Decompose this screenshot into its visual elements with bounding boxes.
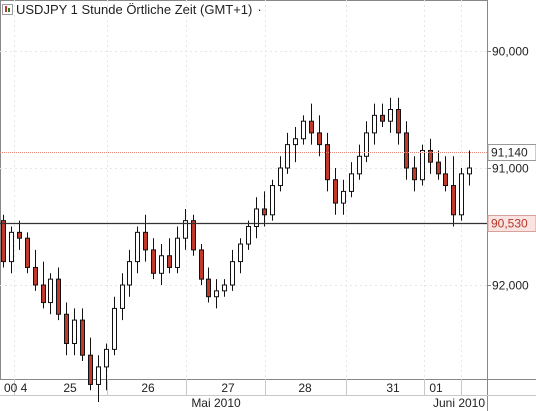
candle-down bbox=[1, 220, 6, 263]
candle-up bbox=[278, 167, 283, 187]
candle-up bbox=[159, 255, 164, 274]
candle-down bbox=[333, 179, 338, 204]
chart-window: 91,140 90,530 92,000 91,000 90,000 00 4 25 26 2… bbox=[0, 0, 536, 411]
candle-up bbox=[420, 149, 425, 181]
candlestick-chart-icon bbox=[2, 3, 13, 15]
candle-down bbox=[262, 208, 267, 216]
candle-up bbox=[285, 144, 290, 169]
candle-up bbox=[48, 278, 53, 304]
candle-up bbox=[357, 155, 362, 175]
day-label: 28 bbox=[298, 381, 312, 395]
chart-title-bar: USDJPY 1 Stunde Örtliche Zeit (GMT+1) · bbox=[0, 0, 262, 18]
candle-up bbox=[301, 120, 306, 140]
candle-down bbox=[167, 255, 172, 268]
candle-down bbox=[56, 278, 61, 315]
candle-down bbox=[317, 132, 322, 146]
day-label: 25 bbox=[63, 381, 77, 395]
candle-down bbox=[64, 313, 69, 344]
day-label: 01 bbox=[429, 381, 443, 395]
candle-down bbox=[325, 144, 330, 181]
candle-down bbox=[436, 161, 441, 175]
day-label: 26 bbox=[141, 381, 155, 395]
day-label: 00 4 bbox=[4, 381, 28, 395]
dropdown-icon[interactable]: · bbox=[257, 2, 261, 17]
candle-down bbox=[88, 354, 93, 385]
price-label: 91,000 bbox=[492, 162, 529, 176]
chart-title: USDJPY 1 Stunde Örtliche Zeit (GMT+1) bbox=[16, 1, 253, 17]
candle-up bbox=[270, 185, 275, 216]
candle-up bbox=[459, 173, 464, 216]
candle-down bbox=[443, 173, 448, 187]
price-label: 90,000 bbox=[492, 45, 529, 59]
month-label: Juni 2010 bbox=[433, 396, 485, 410]
candle-down bbox=[404, 132, 409, 169]
candle-down bbox=[380, 114, 385, 122]
candle-up bbox=[214, 290, 219, 298]
candle-up bbox=[127, 261, 132, 286]
candle-up bbox=[120, 284, 125, 309]
candle-up bbox=[104, 348, 109, 368]
candle-up bbox=[9, 231, 14, 263]
candle-up bbox=[246, 226, 251, 245]
candle-down bbox=[41, 284, 46, 304]
candle-down bbox=[412, 167, 417, 181]
candle-down bbox=[17, 231, 22, 239]
current-price-label: 91,140 bbox=[491, 146, 528, 160]
candle-down bbox=[25, 237, 30, 268]
day-label: 27 bbox=[221, 381, 235, 395]
candle-up bbox=[72, 319, 77, 345]
candle-up bbox=[222, 284, 227, 292]
candle-up bbox=[372, 114, 377, 134]
candle-up bbox=[230, 261, 235, 286]
candle-down bbox=[33, 266, 38, 286]
candle-up bbox=[341, 190, 346, 204]
candle-down bbox=[199, 249, 204, 280]
candle-down bbox=[143, 231, 148, 251]
chart-canvas[interactable]: 91,140 90,530 92,000 91,000 90,000 00 4 25 26 2… bbox=[0, 0, 536, 411]
candle-up bbox=[112, 307, 117, 350]
candle-down bbox=[80, 319, 85, 356]
day-label: 31 bbox=[386, 381, 400, 395]
candle-down bbox=[151, 249, 156, 274]
candle-up bbox=[175, 237, 180, 268]
candle-down bbox=[309, 120, 314, 134]
price-label: 92,000 bbox=[492, 279, 529, 293]
candle-up bbox=[238, 243, 243, 263]
candle-up bbox=[349, 173, 354, 192]
support-price-label: 90,530 bbox=[491, 217, 528, 231]
candle-down bbox=[191, 220, 196, 251]
month-label: Mai 2010 bbox=[191, 396, 241, 410]
candle-up bbox=[96, 366, 101, 385]
candle-up bbox=[388, 109, 393, 122]
candle-down bbox=[206, 278, 211, 298]
candle-up bbox=[467, 167, 472, 175]
candle-up bbox=[293, 138, 298, 146]
candle-up bbox=[135, 231, 140, 263]
candle-down bbox=[396, 109, 401, 134]
candle-down bbox=[451, 185, 456, 216]
